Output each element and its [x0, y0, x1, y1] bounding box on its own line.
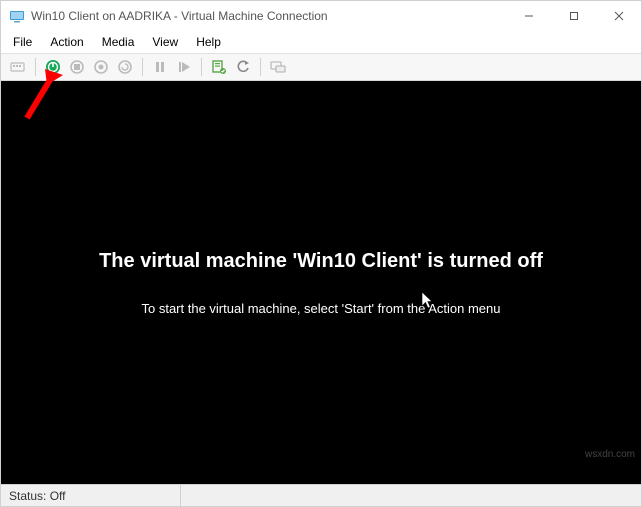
turnoff-icon[interactable] — [66, 56, 88, 78]
menu-help[interactable]: Help — [188, 33, 229, 51]
window-controls — [506, 1, 641, 31]
toolbar-separator — [201, 58, 202, 76]
titlebar: Win10 Client on AADRIKA - Virtual Machin… — [1, 1, 641, 31]
pause-icon[interactable] — [149, 56, 171, 78]
toolbar-separator — [260, 58, 261, 76]
window-title: Win10 Client on AADRIKA - Virtual Machin… — [31, 9, 506, 23]
save-icon[interactable] — [114, 56, 136, 78]
toolbar — [1, 53, 641, 81]
menu-file[interactable]: File — [5, 33, 40, 51]
app-icon — [9, 8, 25, 24]
ctrl-alt-del-icon[interactable] — [7, 56, 29, 78]
statusbar: Status: Off — [1, 484, 641, 506]
checkpoint-icon[interactable] — [208, 56, 230, 78]
enhanced-session-icon[interactable] — [267, 56, 289, 78]
start-icon[interactable] — [42, 56, 64, 78]
menubar: File Action Media View Help — [1, 31, 641, 53]
watermark: wsxdn.com — [585, 449, 635, 460]
vm-status-headline: The virtual machine 'Win10 Client' is tu… — [99, 250, 543, 273]
menu-view[interactable]: View — [144, 33, 186, 51]
shutdown-icon[interactable] — [90, 56, 112, 78]
revert-icon[interactable] — [232, 56, 254, 78]
toolbar-separator — [35, 58, 36, 76]
status-spacer — [181, 485, 641, 506]
vm-viewport: The virtual machine 'Win10 Client' is tu… — [1, 81, 641, 484]
status-text: Status: Off — [1, 485, 181, 506]
vm-status-subline: To start the virtual machine, select 'St… — [141, 301, 500, 316]
close-button[interactable] — [596, 1, 641, 31]
menu-action[interactable]: Action — [42, 33, 91, 51]
toolbar-separator — [142, 58, 143, 76]
maximize-button[interactable] — [551, 1, 596, 31]
reset-icon[interactable] — [173, 56, 195, 78]
menu-media[interactable]: Media — [94, 33, 143, 51]
minimize-button[interactable] — [506, 1, 551, 31]
